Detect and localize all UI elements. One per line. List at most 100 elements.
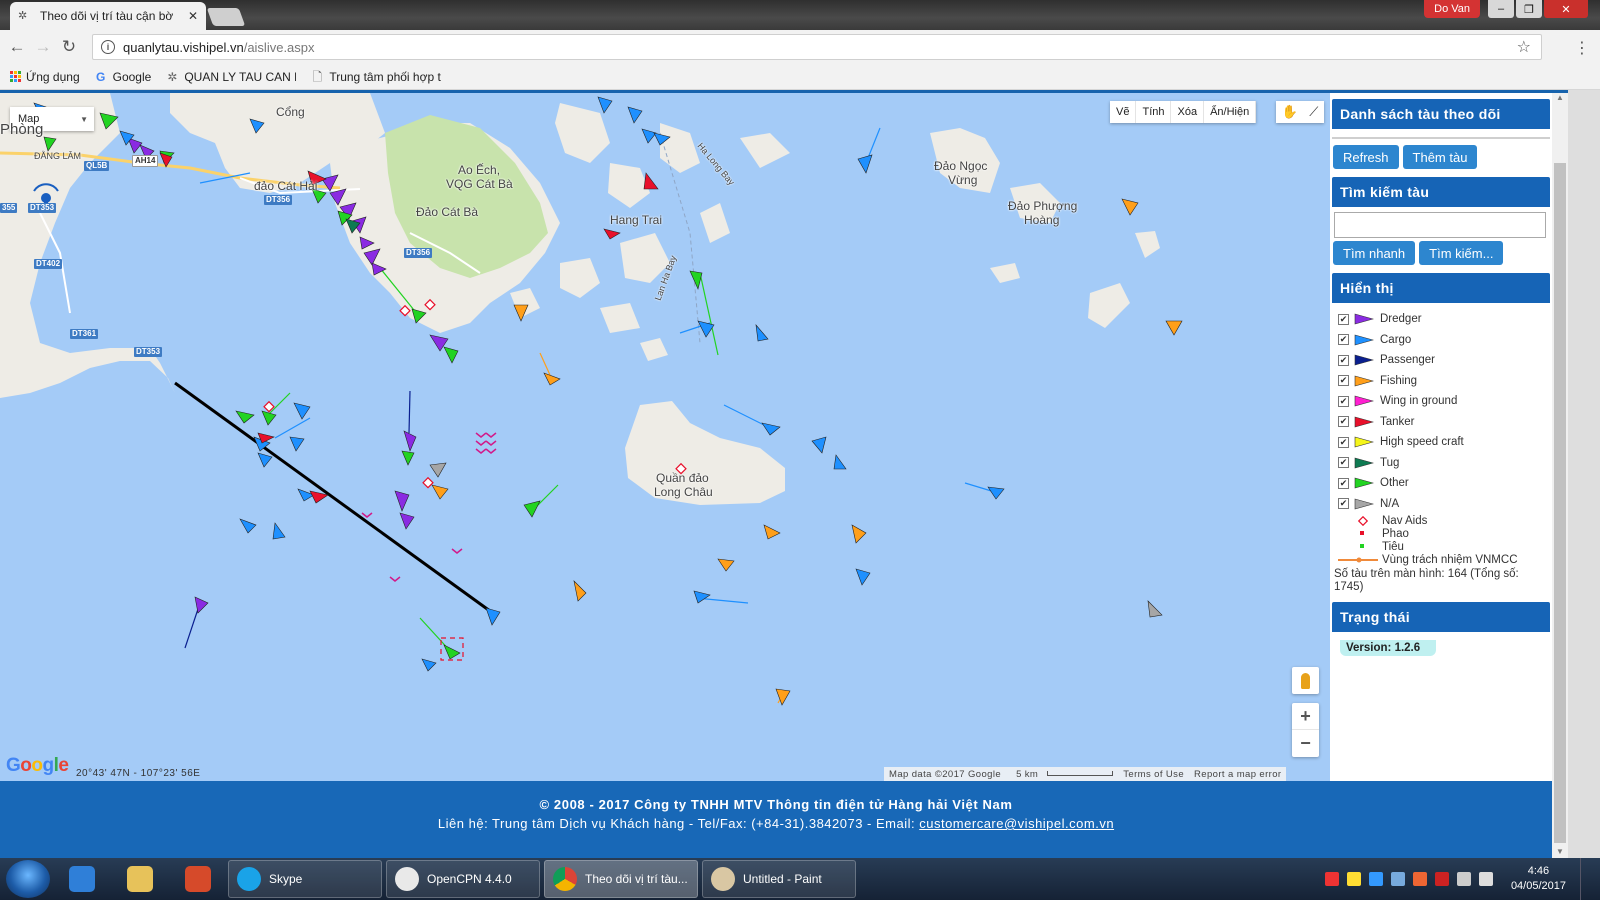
clear-button[interactable]: Xóa — [1171, 101, 1205, 123]
checkbox[interactable]: ✔ — [1338, 457, 1349, 469]
checkbox[interactable]: ✔ — [1338, 313, 1349, 325]
browser-tab[interactable]: ✲ Theo dõi vị trí tàu cận bờ ✕ — [10, 2, 206, 30]
scale-label: 5 km — [1016, 768, 1039, 780]
address-bar[interactable]: i quanlytau.vishipel.vn /aislive.aspx ☆ — [92, 34, 1542, 60]
place-label: Đảo Ngọc — [934, 159, 988, 173]
legend-item-nav-aids: Nav Aids — [1338, 514, 1552, 527]
toggle-visibility-button[interactable]: Ẩn/Hiện — [1204, 101, 1257, 123]
volume-icon[interactable] — [1478, 872, 1493, 886]
chrome-menu-icon[interactable]: ⋮ — [1574, 38, 1590, 58]
legend-item-tanker[interactable]: ✔ Tanker — [1338, 412, 1552, 433]
close-window-button[interactable]: ✕ — [1544, 0, 1588, 18]
show-desktop-button[interactable] — [1580, 858, 1592, 900]
network-icon[interactable] — [1456, 872, 1471, 886]
scrollbar-thumb[interactable] — [1554, 163, 1566, 843]
taskbar-opencpn[interactable]: OpenCPN 4.4.0 — [386, 860, 540, 898]
taskbar-paint[interactable]: Untitled - Paint — [702, 860, 856, 898]
google-logo[interactable]: Google — [6, 755, 69, 777]
system-clock[interactable]: 4:46 04/05/2017 — [1511, 864, 1566, 894]
bookmark-apps[interactable]: Ứng dụng — [10, 70, 80, 84]
checkbox[interactable]: ✔ — [1338, 354, 1349, 366]
ship-icon-passenger — [1354, 354, 1374, 366]
search-button[interactable]: Tìm kiếm... — [1419, 241, 1504, 265]
legend-item-fishing[interactable]: ✔ Fishing — [1338, 371, 1552, 392]
checkbox[interactable]: ✔ — [1338, 375, 1349, 387]
zoom-in-button[interactable]: + — [1292, 703, 1319, 730]
legend-label: N/A — [1380, 497, 1400, 510]
file-explorer-pinned-icon[interactable] — [114, 860, 166, 898]
close-tab-icon[interactable]: ✕ — [188, 9, 198, 23]
checkbox[interactable]: ✔ — [1338, 498, 1349, 510]
place-label: đảo Cát Hải — [254, 179, 318, 193]
road-shield: DT353 — [28, 203, 57, 213]
place-label: Cổng — [276, 105, 305, 119]
legend-item-tug[interactable]: ✔ Tug — [1338, 453, 1552, 474]
refresh-button[interactable]: Refresh — [1333, 145, 1399, 169]
polyline-icon[interactable]: ⟋ — [1309, 104, 1318, 120]
checkbox[interactable]: ✔ — [1338, 436, 1349, 448]
bookmark-quan-ly-tau[interactable]: ✲ QUAN LY TAU CAN B — [165, 70, 296, 84]
legend-item-other[interactable]: ✔ Other — [1338, 473, 1552, 494]
back-arrow-icon[interactable]: ← — [4, 37, 30, 57]
clock-date: 04/05/2017 — [1510, 880, 1566, 892]
tray-app-icon[interactable] — [1324, 872, 1339, 886]
profile-button[interactable]: Do Van — [1424, 0, 1480, 18]
new-tab-button[interactable] — [206, 8, 246, 26]
place-label: Long Châu — [654, 485, 713, 499]
tray-app-icon[interactable] — [1434, 872, 1449, 886]
scale-bar[interactable]: 5 km — [1006, 769, 1118, 780]
site-info-icon[interactable]: i — [101, 40, 115, 54]
task-label: OpenCPN 4.4.0 — [427, 872, 512, 886]
bookmark-star-icon[interactable]: ☆ — [1517, 37, 1531, 57]
checkbox[interactable]: ✔ — [1338, 334, 1349, 346]
bookmark-google[interactable]: G Google — [94, 70, 151, 84]
taskbar-chrome[interactable]: Theo dõi vị trí tàu... — [544, 860, 698, 898]
ais-map[interactable]: Map ▼ Vẽ Tính Xóa Ẩn/Hiện ✋ ⟋ Cổng Phòng… — [0, 93, 1330, 781]
minimize-button[interactable]: – — [1488, 0, 1514, 18]
forward-arrow-icon[interactable]: → — [30, 37, 56, 57]
support-email-link[interactable]: customercare@vishipel.com.vn — [919, 816, 1114, 831]
zoom-out-button[interactable]: − — [1292, 730, 1319, 757]
checkbox[interactable]: ✔ — [1338, 416, 1349, 428]
pan-hand-icon[interactable]: ✋ — [1282, 104, 1298, 120]
add-ship-button[interactable]: Thêm tàu — [1402, 145, 1478, 169]
contact-text: Liên hệ: Trung tâm Dịch vụ Khách hàng - … — [437, 816, 920, 831]
ship-search-input[interactable] — [1334, 212, 1546, 238]
url-host: quanlytau.vishipel.vn — [123, 39, 244, 55]
checkbox[interactable]: ✔ — [1338, 395, 1349, 407]
media-pinned-icon[interactable] — [172, 860, 224, 898]
opencpn-icon — [395, 867, 419, 891]
web-page: Map ▼ Vẽ Tính Xóa Ẩn/Hiện ✋ ⟋ Cổng Phòng… — [0, 90, 1568, 861]
place-label: Hang Trai — [610, 213, 663, 227]
tray-app-icon[interactable] — [1412, 872, 1427, 886]
draw-button[interactable]: Vẽ — [1110, 101, 1137, 123]
chevron-down-icon: ▼ — [80, 114, 88, 124]
paint-icon — [711, 867, 735, 891]
scroll-up-icon[interactable]: ▲ — [1552, 93, 1568, 107]
report-error-link[interactable]: Report a map error — [1189, 769, 1286, 780]
legend-item-wig[interactable]: ✔ Wing in ground — [1338, 391, 1552, 412]
tray-app-icon[interactable] — [1346, 872, 1361, 886]
legend-item-cargo[interactable]: ✔ Cargo — [1338, 330, 1552, 351]
task-label: Untitled - Paint — [743, 872, 822, 886]
taskbar-skype[interactable]: Skype — [228, 860, 382, 898]
quick-search-button[interactable]: Tìm nhanh — [1333, 241, 1416, 265]
terms-link[interactable]: Terms of Use — [1118, 769, 1189, 780]
display-header: Hiển thị — [1332, 273, 1550, 303]
checkbox[interactable]: ✔ — [1338, 477, 1349, 489]
reload-icon[interactable]: ↻ — [56, 37, 82, 57]
page-scrollbar[interactable]: ▲ ▼ — [1552, 93, 1568, 861]
legend-item-hsc[interactable]: ✔ High speed craft — [1338, 432, 1552, 453]
maximize-button[interactable]: ❐ — [1516, 0, 1542, 18]
tray-app-icon[interactable] — [1368, 872, 1383, 886]
bookmark-trung-tam[interactable]: 🗋 Trung tâm phối hợp t — [310, 70, 441, 84]
street-view-pegman-icon[interactable] — [1292, 667, 1319, 694]
legend-item-passenger[interactable]: ✔ Passenger — [1338, 350, 1552, 371]
road-shield: DT356 — [404, 248, 433, 258]
tray-app-icon[interactable] — [1390, 872, 1405, 886]
teamviewer-pinned-icon[interactable] — [56, 860, 108, 898]
start-button[interactable] — [6, 860, 50, 898]
legend-item-na[interactable]: ✔ N/A — [1338, 494, 1552, 515]
measure-button[interactable]: Tính — [1136, 101, 1172, 123]
legend-item-dredger[interactable]: ✔ Dredger — [1338, 309, 1552, 330]
